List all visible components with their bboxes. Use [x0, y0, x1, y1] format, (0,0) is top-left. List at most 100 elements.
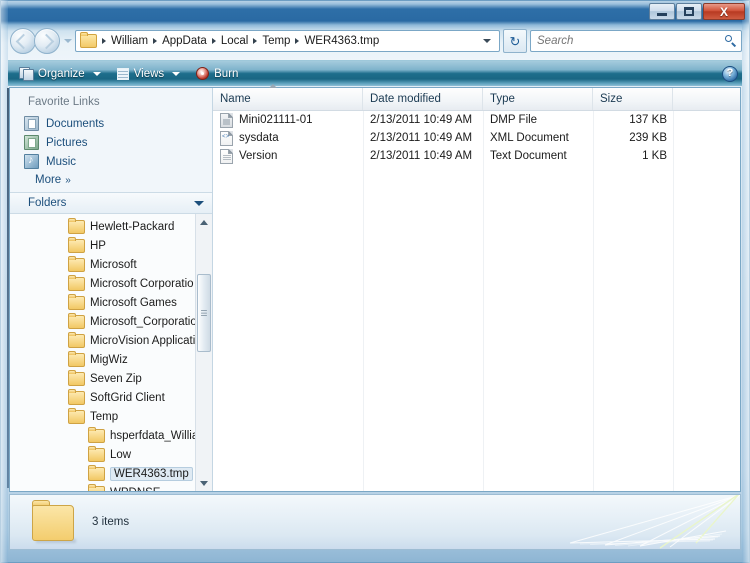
folder-tree-item[interactable]: MicroVision Applicati: [10, 331, 212, 350]
back-button[interactable]: [10, 28, 36, 54]
scroll-down-button[interactable]: [196, 475, 212, 491]
table-row[interactable]: Mini021111-01 2/13/2011 10:49 AM DMP File 1…: [213, 111, 740, 129]
column-divider: [593, 111, 594, 491]
chevron-down-icon: [172, 71, 181, 76]
scroll-up-button[interactable]: [196, 214, 212, 230]
breadcrumb-item-0[interactable]: William: [109, 34, 150, 48]
close-button[interactable]: X: [703, 3, 745, 20]
table-row[interactable]: sysdata 2/13/2011 10:49 AM XML Document 239…: [213, 129, 740, 147]
folder-tree[interactable]: Hewlett-Packard HP Microsoft Microsoft Corp…: [10, 214, 212, 491]
address-bar-row: William AppData Local Temp WER4363.tmp ↻: [8, 28, 742, 54]
breadcrumb-item-4[interactable]: WER4363.tmp: [302, 34, 381, 48]
column-header-blank[interactable]: [673, 88, 740, 110]
folder-tree-item[interactable]: hsperfdata_William: [10, 426, 212, 445]
file-list-pane: Name Date modified Type Size Mini021111-…: [213, 84, 740, 491]
breadcrumb-item-1[interactable]: AppData: [160, 34, 209, 48]
title-bar[interactable]: X: [1, 1, 749, 23]
window-controls: X: [649, 3, 745, 20]
folder-tree-item[interactable]: WER4363.tmp: [10, 464, 212, 483]
explorer-window: X William AppData Local Temp WER4363.tmp: [0, 0, 750, 563]
more-links-button[interactable]: More »: [10, 171, 212, 192]
folder-tree-rows: Hewlett-Packard HP Microsoft Microsoft Corp…: [10, 217, 212, 491]
pictures-icon: [24, 135, 39, 150]
folder-tree-item[interactable]: Temp: [10, 407, 212, 426]
file-date-cell: 2/13/2011 10:49 AM: [370, 150, 473, 162]
views-button[interactable]: Views: [110, 66, 187, 82]
help-button[interactable]: ?: [722, 65, 738, 82]
folder-tree-item[interactable]: SoftGrid Client: [10, 388, 212, 407]
recent-pages-chevron-down-icon[interactable]: [64, 39, 72, 43]
text-file-icon: [220, 148, 233, 164]
breadcrumb-separator-icon: [211, 38, 216, 44]
views-icon: [116, 67, 129, 80]
folder-icon: [68, 407, 85, 424]
double-chevron-right-icon: »: [65, 174, 70, 186]
column-header-name[interactable]: Name: [213, 88, 363, 110]
column-divider: [363, 111, 364, 491]
folder-tree-scrollbar[interactable]: ☰: [195, 214, 212, 491]
breadcrumb-item-2[interactable]: Local: [219, 34, 251, 48]
sidebar-item-music[interactable]: Music: [20, 152, 212, 171]
folder-tree-item-label: Microsoft Games: [90, 296, 177, 309]
file-rows[interactable]: Mini021111-01 2/13/2011 10:49 AM DMP File 1…: [213, 111, 740, 491]
address-bar[interactable]: William AppData Local Temp WER4363.tmp: [75, 30, 500, 52]
command-toolbar: Organize Views Burn ?: [8, 60, 742, 86]
minimize-button[interactable]: [649, 3, 675, 20]
scrollbar-thumb[interactable]: ☰: [197, 274, 211, 352]
folder-tree-item[interactable]: Low: [10, 445, 212, 464]
folder-tree-item-label: MicroVision Applicati: [90, 334, 196, 347]
chevron-up-icon: [200, 219, 208, 225]
file-date-cell: 2/13/2011 10:49 AM: [370, 132, 473, 144]
folder-tree-item[interactable]: HP: [10, 236, 212, 255]
forward-button[interactable]: [34, 28, 60, 54]
folder-tree-item[interactable]: Seven Zip: [10, 369, 212, 388]
breadcrumb-separator-icon: [153, 38, 158, 44]
folder-tree-item-label: WPDNSE: [110, 487, 160, 492]
status-bar: 3 items: [9, 494, 741, 550]
sidebar-item-documents[interactable]: Documents: [20, 114, 212, 133]
folder-tree-item[interactable]: Hewlett-Packard: [10, 217, 212, 236]
column-header-date-modified[interactable]: Date modified: [363, 88, 483, 110]
folder-tree-item[interactable]: WPDNSE: [10, 483, 212, 491]
navigation-buttons: [10, 28, 75, 54]
table-row[interactable]: Version 2/13/2011 10:49 AM Text Document 1 …: [213, 147, 740, 165]
folders-label: Folders: [28, 197, 67, 209]
sidebar-item-label: Pictures: [46, 136, 88, 149]
organize-label: Organize: [38, 67, 85, 80]
decorative-swoosh-graphic: [569, 495, 740, 549]
folder-icon: [68, 217, 85, 234]
folder-tree-item-label: WER4363.tmp: [110, 466, 193, 481]
folder-tree-item-label: hsperfdata_William: [110, 429, 208, 442]
maximize-button[interactable]: [676, 3, 702, 20]
search-input[interactable]: [535, 34, 725, 48]
burn-button[interactable]: Burn: [189, 65, 245, 82]
column-divider: [483, 111, 484, 491]
organize-button[interactable]: Organize: [12, 65, 108, 82]
search-box[interactable]: [530, 30, 742, 52]
folder-tree-item[interactable]: Microsoft Corporatio: [10, 274, 212, 293]
folders-header[interactable]: Folders: [10, 192, 212, 214]
file-name-cell: sysdata: [213, 130, 363, 146]
folder-icon: [68, 293, 85, 310]
sidebar-item-pictures[interactable]: Pictures: [20, 133, 212, 152]
folder-tree-item[interactable]: Microsoft_Corporatio: [10, 312, 212, 331]
folder-tree-item-label: Microsoft_Corporatio: [90, 315, 197, 328]
sidebar-item-label: Music: [46, 155, 77, 168]
refresh-button[interactable]: ↻: [503, 29, 527, 53]
folder-tree-item[interactable]: Microsoft Games: [10, 293, 212, 312]
chevron-down-icon: [92, 71, 101, 76]
folder-icon: [88, 445, 105, 462]
breadcrumb-item-3[interactable]: Temp: [260, 34, 292, 48]
address-history-chevron-down-icon[interactable]: [483, 39, 491, 43]
breadcrumb-separator-icon: [102, 38, 106, 44]
folder-icon: [88, 483, 105, 491]
folder-icon: [68, 369, 85, 386]
folder-tree-item[interactable]: MigWiz: [10, 350, 212, 369]
sort-ascending-icon: [269, 84, 277, 88]
folder-tree-item-label: Temp: [90, 410, 119, 423]
folder-tree-item[interactable]: Microsoft: [10, 255, 212, 274]
folder-body: [32, 505, 74, 541]
column-headers: Name Date modified Type Size: [213, 84, 740, 111]
column-header-type[interactable]: Type: [483, 88, 593, 110]
column-header-size[interactable]: Size: [593, 88, 673, 110]
